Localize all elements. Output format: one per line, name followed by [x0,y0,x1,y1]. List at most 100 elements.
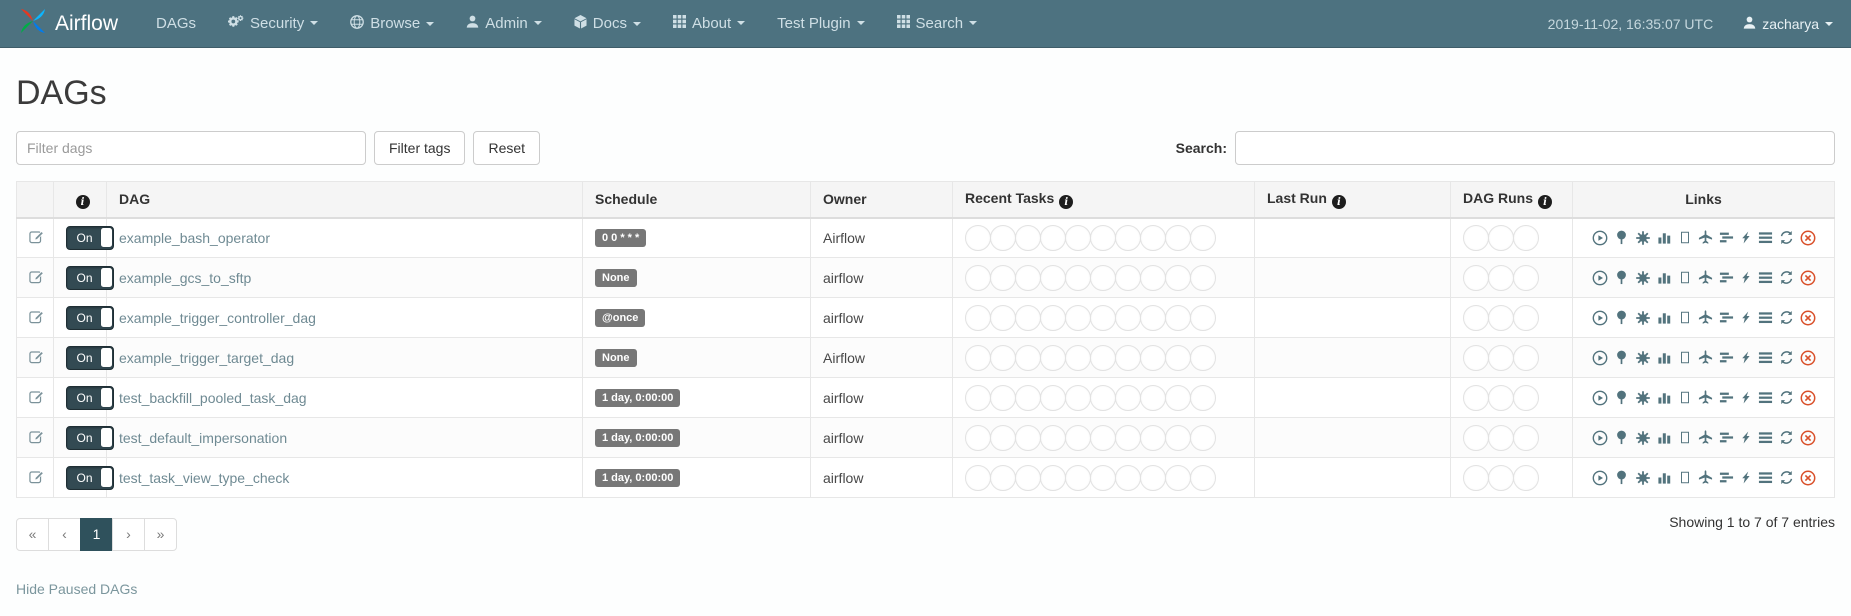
trigger-dag-icon[interactable] [1592,310,1608,326]
task-duration-icon[interactable] [1657,390,1672,405]
edit-dag-icon[interactable] [29,309,44,324]
landing-times-icon[interactable] [1698,270,1713,285]
tree-view-icon[interactable] [1614,390,1629,405]
delete-dag-icon[interactable] [1800,430,1816,446]
task-tries-icon[interactable] [1678,470,1692,485]
dag-pause-toggle[interactable]: On [66,266,114,290]
refresh-icon[interactable] [1779,270,1794,285]
refresh-icon[interactable] [1779,430,1794,445]
code-icon[interactable] [1740,310,1752,325]
pagination-item-0[interactable]: « [16,518,49,551]
tree-view-icon[interactable] [1614,350,1629,365]
code-icon[interactable] [1740,470,1752,485]
logs-icon[interactable] [1758,470,1773,485]
nav-item-admin[interactable]: Admin [450,15,558,33]
refresh-icon[interactable] [1779,230,1794,245]
logs-icon[interactable] [1758,230,1773,245]
task-tries-icon[interactable] [1678,350,1692,365]
nav-item-search[interactable]: Search [881,15,994,33]
task-duration-icon[interactable] [1657,470,1672,485]
landing-times-icon[interactable] [1698,350,1713,365]
refresh-icon[interactable] [1779,470,1794,485]
delete-dag-icon[interactable] [1800,310,1816,326]
dag-name-link[interactable]: test_task_view_type_check [119,470,289,486]
dag-pause-toggle[interactable]: On [66,346,114,370]
hide-paused-dags-link[interactable]: Hide Paused DAGs [16,581,137,597]
dag-pause-toggle[interactable]: On [66,306,114,330]
task-duration-icon[interactable] [1657,230,1672,245]
task-duration-icon[interactable] [1657,270,1672,285]
pagination-item-2[interactable]: 1 [81,518,113,551]
graph-view-icon[interactable] [1635,230,1651,246]
dag-pause-toggle[interactable]: On [66,426,114,450]
landing-times-icon[interactable] [1698,310,1713,325]
tree-view-icon[interactable] [1614,470,1629,485]
filter-tags-button[interactable]: Filter tags [374,131,465,165]
refresh-icon[interactable] [1779,350,1794,365]
tree-view-icon[interactable] [1614,270,1629,285]
logs-icon[interactable] [1758,350,1773,365]
task-duration-icon[interactable] [1657,430,1672,445]
gantt-icon[interactable] [1719,470,1734,485]
tree-view-icon[interactable] [1614,430,1629,445]
edit-dag-icon[interactable] [29,349,44,364]
landing-times-icon[interactable] [1698,390,1713,405]
delete-dag-icon[interactable] [1800,270,1816,286]
nav-item-about[interactable]: About [657,15,761,33]
nav-item-dags[interactable]: DAGs [140,15,212,33]
landing-times-icon[interactable] [1698,430,1713,445]
edit-dag-icon[interactable] [29,229,44,244]
pagination-item-4[interactable]: » [145,518,177,551]
graph-view-icon[interactable] [1635,390,1651,406]
task-tries-icon[interactable] [1678,310,1692,325]
delete-dag-icon[interactable] [1800,390,1816,406]
task-duration-icon[interactable] [1657,310,1672,325]
logs-icon[interactable] [1758,430,1773,445]
graph-view-icon[interactable] [1635,310,1651,326]
dag-name-link[interactable]: example_gcs_to_sftp [119,270,251,286]
nav-item-test-plugin[interactable]: Test Plugin [761,15,880,33]
gantt-icon[interactable] [1719,390,1734,405]
trigger-dag-icon[interactable] [1592,350,1608,366]
task-duration-icon[interactable] [1657,350,1672,365]
brand[interactable]: Airflow [18,6,118,42]
dag-name-link[interactable]: example_bash_operator [119,230,270,246]
filter-dags-input[interactable] [16,131,366,165]
search-input[interactable] [1235,131,1835,165]
landing-times-icon[interactable] [1698,470,1713,485]
dag-name-link[interactable]: example_trigger_controller_dag [119,310,316,326]
task-tries-icon[interactable] [1678,230,1692,245]
logs-icon[interactable] [1758,390,1773,405]
gantt-icon[interactable] [1719,270,1734,285]
code-icon[interactable] [1740,390,1752,405]
user-menu[interactable]: zacharya [1743,16,1833,32]
reset-button[interactable]: Reset [473,131,540,165]
graph-view-icon[interactable] [1635,430,1651,446]
task-tries-icon[interactable] [1678,430,1692,445]
dag-pause-toggle[interactable]: On [66,466,114,490]
tree-view-icon[interactable] [1614,230,1629,245]
trigger-dag-icon[interactable] [1592,390,1608,406]
dag-name-link[interactable]: test_backfill_pooled_task_dag [119,390,307,406]
refresh-icon[interactable] [1779,310,1794,325]
refresh-icon[interactable] [1779,390,1794,405]
gantt-icon[interactable] [1719,350,1734,365]
code-icon[interactable] [1740,230,1752,245]
task-tries-icon[interactable] [1678,270,1692,285]
tree-view-icon[interactable] [1614,310,1629,325]
edit-dag-icon[interactable] [29,469,44,484]
gantt-icon[interactable] [1719,230,1734,245]
trigger-dag-icon[interactable] [1592,470,1608,486]
nav-item-security[interactable]: Security [212,15,334,33]
logs-icon[interactable] [1758,270,1773,285]
pagination-item-3[interactable]: › [113,518,145,551]
dag-pause-toggle[interactable]: On [66,226,114,250]
trigger-dag-icon[interactable] [1592,430,1608,446]
graph-view-icon[interactable] [1635,270,1651,286]
nav-item-browse[interactable]: Browse [334,15,450,33]
trigger-dag-icon[interactable] [1592,270,1608,286]
pagination-item-1[interactable]: ‹ [49,518,81,551]
edit-dag-icon[interactable] [29,269,44,284]
delete-dag-icon[interactable] [1800,470,1816,486]
dag-pause-toggle[interactable]: On [66,386,114,410]
